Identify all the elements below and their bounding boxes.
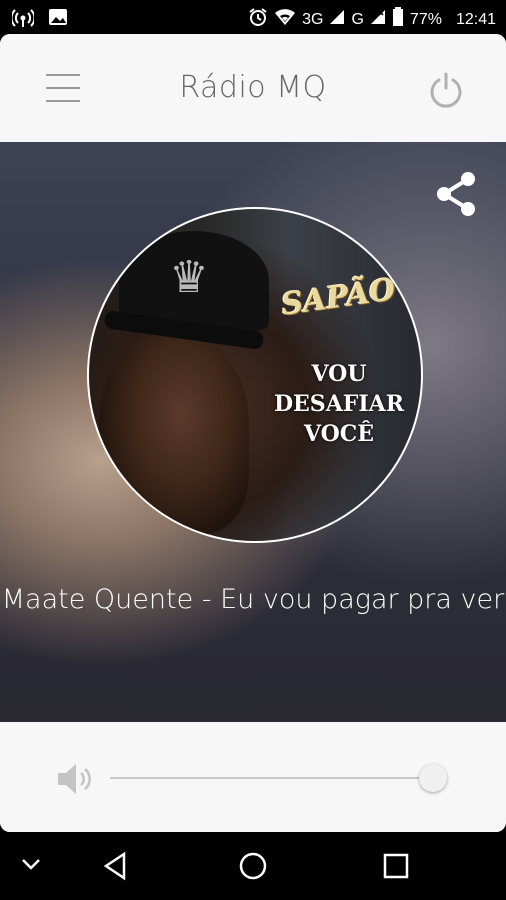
volume-slider-track[interactable]: [110, 777, 440, 779]
recents-icon[interactable]: [380, 850, 412, 886]
speaker-icon[interactable]: [56, 762, 94, 796]
album-brand: SAPÃO: [279, 272, 398, 323]
album-title-line3: VOCÊ: [303, 421, 375, 447]
volume-slider-thumb[interactable]: [419, 764, 448, 792]
alarm-icon: [248, 7, 268, 32]
back-icon[interactable]: [100, 850, 132, 886]
home-icon[interactable]: [237, 850, 269, 886]
crown-icon: ♛: [169, 252, 209, 303]
app-card: Rádio MQ ♛ SAPÃO VOU DESAFIAR VOCÊ Maate…: [0, 34, 506, 832]
battery-icon: [392, 7, 404, 32]
network-label: 3G: [302, 10, 324, 28]
signal-icon-2: [370, 9, 386, 30]
status-bar: 3G G 77% 12:41: [0, 0, 506, 34]
artist-face: [99, 334, 249, 534]
power-icon[interactable]: [428, 70, 464, 110]
track-title: Maate Quente - Eu vou pagar pra ver: [1, 584, 505, 615]
wifi-icon: [274, 8, 296, 31]
album-title-line2: DESAFIAR: [273, 391, 405, 417]
navigation-bar: [0, 832, 506, 900]
clock: 12:41: [455, 10, 496, 28]
volume-bar: [0, 722, 506, 832]
album-title-line1: VOU: [311, 361, 367, 387]
now-playing-area: ♛ SAPÃO VOU DESAFIAR VOCÊ Maate Quente -…: [0, 142, 506, 722]
app-header: Rádio MQ: [0, 34, 506, 142]
network-label-2: G: [351, 10, 364, 28]
hotspot-icon: [10, 6, 36, 32]
battery-percent: 77%: [409, 10, 442, 28]
image-icon: [48, 7, 68, 31]
share-icon[interactable]: [432, 170, 480, 218]
album-art: ♛ SAPÃO VOU DESAFIAR VOCÊ: [87, 207, 423, 543]
album-title: VOU DESAFIAR VOCÊ: [259, 359, 419, 449]
chevron-down-icon[interactable]: [20, 856, 42, 876]
signal-icon: [329, 9, 345, 30]
